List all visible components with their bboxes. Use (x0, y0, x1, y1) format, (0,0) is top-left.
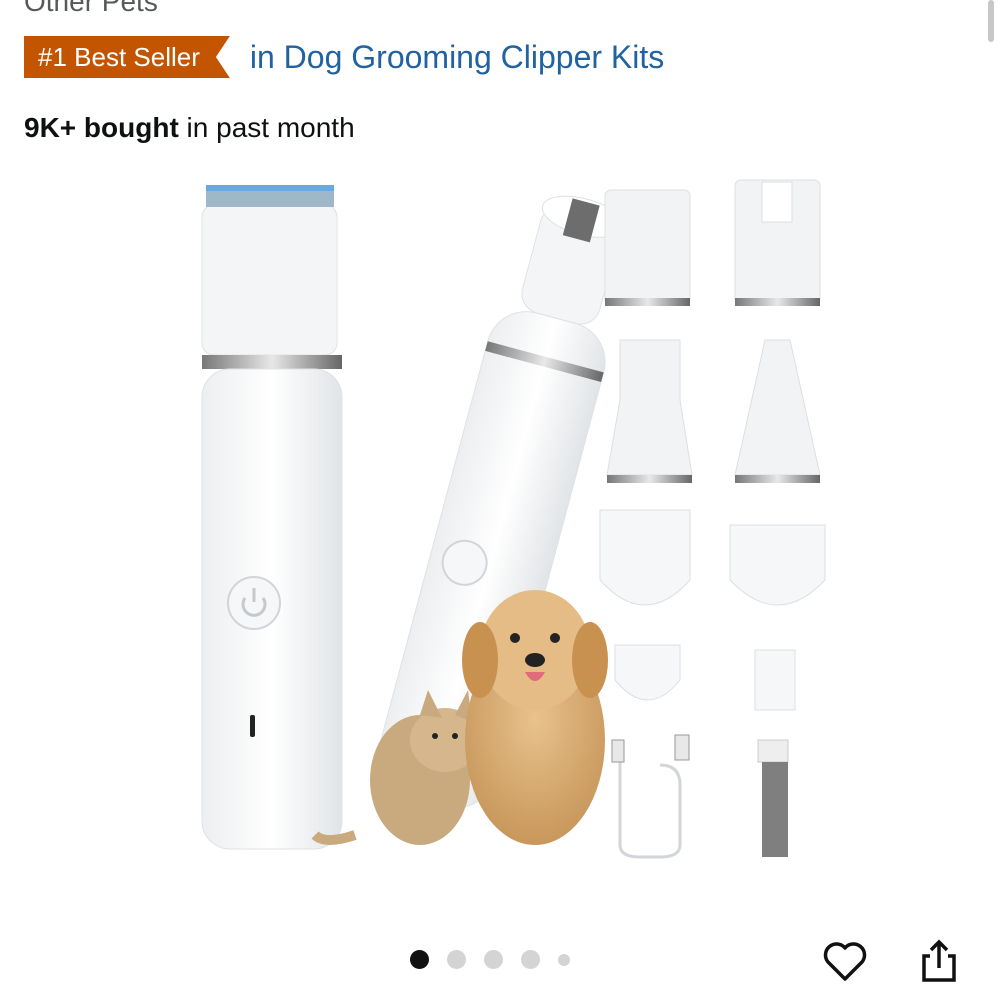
heart-icon (823, 942, 867, 981)
best-seller-badge[interactable]: #1 Best Seller (24, 36, 230, 78)
carousel-dot-4[interactable] (521, 950, 540, 969)
breadcrumb-tail[interactable]: Other Pets (24, 0, 158, 18)
accessories (599, 179, 826, 859)
wishlist-button[interactable] (820, 936, 870, 986)
carousel-indicator[interactable] (410, 950, 570, 969)
share-icon (922, 939, 956, 982)
carousel-dot-5[interactable] (558, 953, 570, 966)
share-button[interactable] (914, 936, 964, 986)
best-seller-category-link[interactable]: in Dog Grooming Clipper Kits (250, 39, 664, 76)
carousel-dot-3[interactable] (484, 950, 503, 969)
carousel-dot-1[interactable] (410, 950, 429, 969)
product-image[interactable] (150, 170, 850, 870)
clipper (201, 185, 343, 850)
puppy (462, 590, 608, 845)
bought-count: 9K+ bought in past month (24, 112, 355, 144)
bought-count-rest: in past month (178, 112, 355, 143)
bought-count-bold: 9K+ bought (24, 112, 179, 143)
best-seller-row: #1 Best Seller in Dog Grooming Clipper K… (24, 34, 664, 80)
scrollbar[interactable] (988, 0, 994, 42)
carousel-dot-2[interactable] (447, 950, 466, 969)
